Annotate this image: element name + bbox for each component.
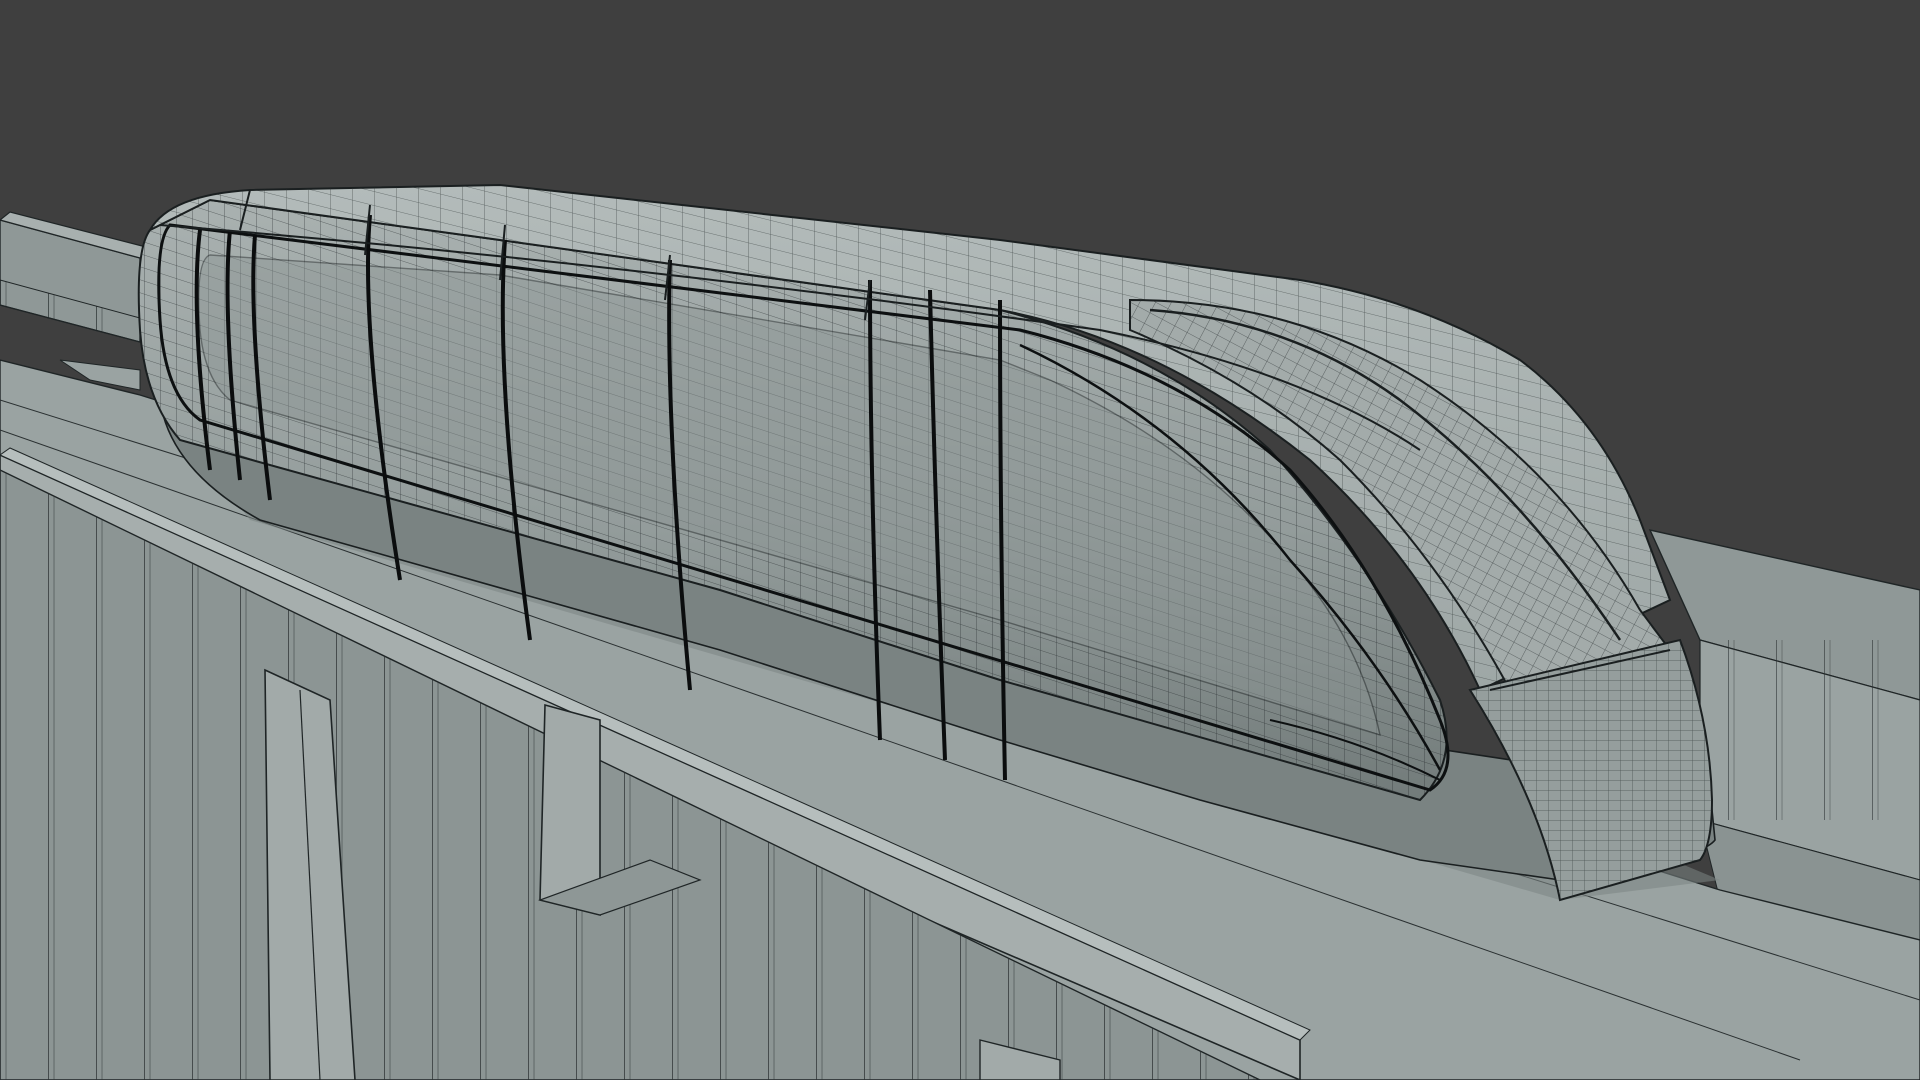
3d-viewport[interactable] xyxy=(0,0,1920,1080)
background-guideway xyxy=(0,211,152,391)
viewport-canvas[interactable] xyxy=(0,0,1920,1080)
